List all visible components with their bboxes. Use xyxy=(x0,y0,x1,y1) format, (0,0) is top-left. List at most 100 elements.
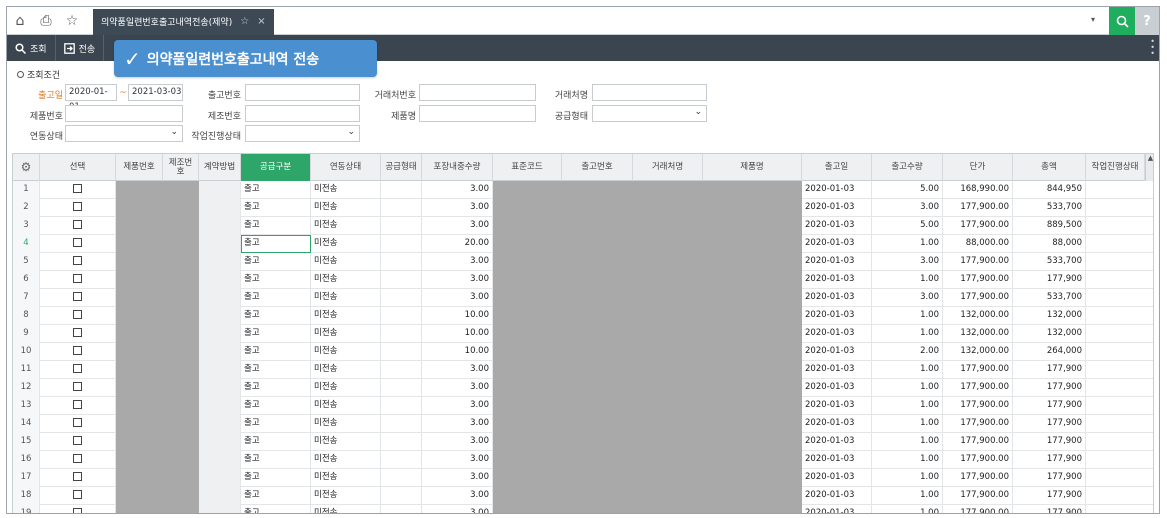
row-checkbox[interactable] xyxy=(40,271,116,289)
cell-pack-qty[interactable]: 3.00 xyxy=(422,361,493,379)
grid-cell[interactable] xyxy=(381,253,422,271)
cell-release-qty[interactable]: 3.00 xyxy=(872,199,943,217)
supply-type-select[interactable]: ⌄ xyxy=(592,105,707,122)
cell-pack-qty[interactable]: 10.00 xyxy=(422,307,493,325)
cell-link-status[interactable]: 미전송 xyxy=(311,343,381,361)
select-checkbox[interactable] xyxy=(73,238,82,247)
cell-link-status[interactable]: 미전송 xyxy=(311,217,381,235)
col-release-date[interactable]: 출고일 xyxy=(802,154,872,181)
grid-cell[interactable] xyxy=(199,487,241,505)
grid-cell[interactable] xyxy=(1086,289,1153,307)
grid-cell[interactable] xyxy=(1086,397,1153,415)
cell-pack-qty[interactable]: 3.00 xyxy=(422,181,493,199)
cell-supply-category[interactable]: 출고 xyxy=(241,307,311,325)
row-checkbox[interactable] xyxy=(40,415,116,433)
col-product-name[interactable]: 제품명 xyxy=(703,154,802,181)
grid-cell[interactable] xyxy=(199,181,241,199)
cell-release-date[interactable]: 2020-01-03 xyxy=(802,289,872,307)
cell-release-qty[interactable]: 1.00 xyxy=(872,415,943,433)
col-standard-code[interactable]: 표준코드 xyxy=(493,154,562,181)
cell-link-status[interactable]: 미전송 xyxy=(311,253,381,271)
grid-cell[interactable] xyxy=(381,469,422,487)
cell-pack-qty[interactable]: 3.00 xyxy=(422,487,493,505)
star-icon[interactable]: ☆ xyxy=(59,7,85,35)
col-unit-price[interactable]: 단가 xyxy=(943,154,1013,181)
cell-release-date[interactable]: 2020-01-03 xyxy=(802,451,872,469)
row-checkbox[interactable] xyxy=(40,289,116,307)
grid-cell[interactable] xyxy=(1086,487,1153,505)
grid-cell[interactable] xyxy=(199,199,241,217)
grid-cell[interactable] xyxy=(381,325,422,343)
grid-cell[interactable] xyxy=(199,451,241,469)
cell-supply-category[interactable]: 출고 xyxy=(241,379,311,397)
grid-cell[interactable] xyxy=(381,235,422,253)
cell-total[interactable]: 88,000 xyxy=(1013,235,1086,253)
cell-supply-category[interactable]: 출고 xyxy=(241,343,311,361)
cell-release-qty[interactable]: 1.00 xyxy=(872,307,943,325)
cell-release-qty[interactable]: 1.00 xyxy=(872,271,943,289)
select-checkbox[interactable] xyxy=(73,418,82,427)
grid-cell[interactable] xyxy=(1086,433,1153,451)
col-mfg-no[interactable]: 제조번 호 xyxy=(163,154,199,181)
cell-total[interactable]: 177,900 xyxy=(1013,361,1086,379)
client-no-input[interactable] xyxy=(419,84,536,101)
cell-release-date[interactable]: 2020-01-03 xyxy=(802,361,872,379)
link-status-select[interactable]: ⌄ xyxy=(65,125,183,142)
cell-release-date[interactable]: 2020-01-03 xyxy=(802,487,872,505)
cell-pack-qty[interactable]: 3.00 xyxy=(422,397,493,415)
grid-cell[interactable] xyxy=(1086,469,1153,487)
more-icon[interactable]: • • • xyxy=(1150,38,1155,58)
cell-total[interactable]: 177,900 xyxy=(1013,379,1086,397)
row-number[interactable]: 13 xyxy=(13,397,40,415)
row-checkbox[interactable] xyxy=(40,307,116,325)
grid-settings-button[interactable]: ⚙ xyxy=(13,154,40,181)
grid-cell[interactable] xyxy=(381,379,422,397)
row-checkbox[interactable] xyxy=(40,397,116,415)
grid-cell[interactable] xyxy=(199,433,241,451)
select-checkbox[interactable] xyxy=(73,346,82,355)
col-product-no[interactable]: 제품번호 xyxy=(116,154,163,181)
row-checkbox[interactable] xyxy=(40,451,116,469)
grid-cell[interactable] xyxy=(199,361,241,379)
grid-cell[interactable] xyxy=(199,325,241,343)
row-number[interactable]: 5 xyxy=(13,253,40,271)
cell-supply-category[interactable]: 출고 xyxy=(241,415,311,433)
cell-release-qty[interactable]: 1.00 xyxy=(872,361,943,379)
cell-release-qty[interactable]: 1.00 xyxy=(872,235,943,253)
cell-link-status[interactable]: 미전송 xyxy=(311,415,381,433)
row-number[interactable]: 7 xyxy=(13,289,40,307)
row-number[interactable]: 3 xyxy=(13,217,40,235)
grid-cell[interactable] xyxy=(199,217,241,235)
cell-pack-qty[interactable]: 3.00 xyxy=(422,289,493,307)
cell-unit-price[interactable]: 132,000.00 xyxy=(943,343,1013,361)
cell-supply-category[interactable]: 출고 xyxy=(241,451,311,469)
row-checkbox[interactable] xyxy=(40,505,116,513)
cell-supply-category[interactable]: 출고 xyxy=(241,253,311,271)
cell-total[interactable]: 177,900 xyxy=(1013,451,1086,469)
cell-link-status[interactable]: 미전송 xyxy=(311,397,381,415)
select-checkbox[interactable] xyxy=(73,184,82,193)
grid-cell[interactable] xyxy=(199,469,241,487)
cell-link-status[interactable]: 미전송 xyxy=(311,361,381,379)
cell-release-qty[interactable]: 5.00 xyxy=(872,217,943,235)
cell-total[interactable]: 177,900 xyxy=(1013,505,1086,513)
grid-cell[interactable] xyxy=(1086,307,1153,325)
grid-cell[interactable] xyxy=(381,343,422,361)
select-checkbox[interactable] xyxy=(73,328,82,337)
row-number[interactable]: 18 xyxy=(13,487,40,505)
row-number[interactable]: 14 xyxy=(13,415,40,433)
cell-release-date[interactable]: 2020-01-03 xyxy=(802,379,872,397)
grid-cell[interactable] xyxy=(1086,181,1153,199)
cell-link-status[interactable]: 미전송 xyxy=(311,289,381,307)
cell-release-date[interactable]: 2020-01-03 xyxy=(802,271,872,289)
product-name-input[interactable] xyxy=(419,105,536,122)
cell-unit-price[interactable]: 177,900.00 xyxy=(943,487,1013,505)
cell-unit-price[interactable]: 177,900.00 xyxy=(943,217,1013,235)
grid-cell[interactable] xyxy=(381,433,422,451)
row-number[interactable]: 12 xyxy=(13,379,40,397)
cell-pack-qty[interactable]: 20.00 xyxy=(422,235,493,253)
grid-cell[interactable] xyxy=(1086,271,1153,289)
tab-close-icon[interactable]: × xyxy=(257,16,265,27)
select-checkbox[interactable] xyxy=(73,292,82,301)
row-checkbox[interactable] xyxy=(40,235,116,253)
